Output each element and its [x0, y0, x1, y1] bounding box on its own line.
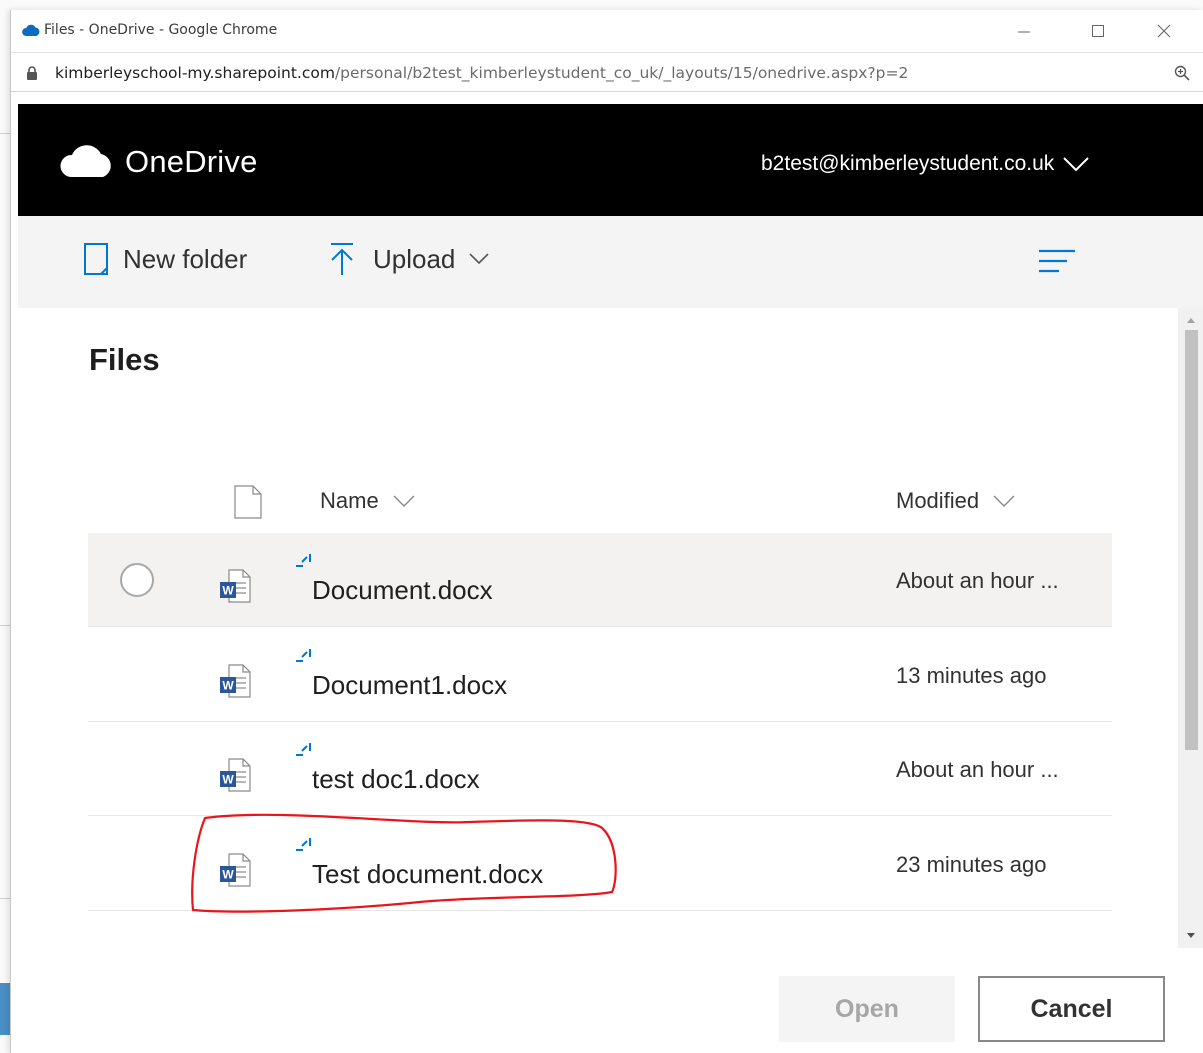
- modified-column-header[interactable]: Modified: [896, 488, 1015, 514]
- svg-text:W: W: [222, 584, 234, 598]
- minimize-icon: [1018, 31, 1030, 33]
- file-name[interactable]: Document1.docx: [312, 670, 507, 701]
- account-menu[interactable]: b2test@kimberleystudent.co.uk: [761, 152, 1090, 176]
- chevron-down-icon: [469, 253, 489, 265]
- select-radio[interactable]: [120, 563, 154, 597]
- scrollbar[interactable]: [1178, 308, 1203, 948]
- file-type-column-icon[interactable]: [234, 485, 262, 524]
- modified-column-label: Modified: [896, 488, 980, 513]
- upload-label: Upload: [373, 243, 456, 274]
- window-title: Files - OneDrive - Google Chrome: [44, 22, 278, 38]
- file-name[interactable]: Document.docx: [312, 575, 493, 606]
- upload-icon: [331, 243, 353, 275]
- file-row[interactable]: W Document1.docx 13 minutes ago: [88, 628, 1112, 722]
- upload-button[interactable]: Upload: [329, 242, 489, 276]
- close-icon: [1157, 24, 1171, 38]
- onedrive-brand: OneDrive: [125, 144, 258, 179]
- browser-titlebar: Files - OneDrive - Google Chrome: [11, 10, 1203, 52]
- account-email: b2test@kimberleystudent.co.uk: [761, 152, 1055, 175]
- url-path: /personal/b2test_kimberleystudent_co_uk/…: [334, 64, 909, 82]
- new-folder-icon: [84, 243, 108, 275]
- onedrive-header: OneDrive b2test@kimberleystudent.co.uk: [18, 104, 1203, 216]
- chevron-down-icon: [993, 495, 1015, 507]
- file-list-area: Files Name Modified W Document.docx About …: [18, 308, 1178, 948]
- file-modified: About an hour ...: [896, 568, 1059, 593]
- file-name[interactable]: test doc1.docx: [312, 764, 480, 795]
- file-name[interactable]: Test document.docx: [312, 859, 543, 890]
- open-button[interactable]: Open: [779, 976, 955, 1042]
- minimize-button[interactable]: [1001, 16, 1047, 46]
- name-column-label: Name: [320, 488, 379, 513]
- list-header: Name Modified: [88, 473, 1112, 533]
- close-window-button[interactable]: [1141, 16, 1187, 46]
- new-folder-button[interactable]: New folder: [83, 242, 247, 276]
- word-document-icon: W: [219, 758, 251, 797]
- file-row[interactable]: Wtest doc1.docx About an hour ...: [88, 722, 1112, 816]
- url-text: kimberleyschool-my.sharepoint.com/person…: [55, 64, 908, 82]
- url-host: kimberleyschool-my.sharepoint.com: [55, 64, 335, 82]
- cancel-button[interactable]: Cancel: [978, 976, 1165, 1042]
- svg-text:W: W: [222, 773, 234, 787]
- file-modified: About an hour ...: [896, 757, 1059, 782]
- word-document-icon: W: [219, 569, 251, 608]
- word-document-icon: W: [219, 853, 251, 892]
- command-bar: New folder Upload: [18, 216, 1203, 308]
- scrollbar-thumb[interactable]: [1185, 330, 1198, 750]
- page-title: Files: [89, 342, 160, 377]
- chevron-down-icon: [393, 495, 415, 507]
- scroll-up-arrow-icon[interactable]: [1186, 316, 1196, 324]
- file-modified: 13 minutes ago: [896, 663, 1047, 688]
- background-tab: [0, 983, 10, 1035]
- new-folder-label: New folder: [123, 243, 248, 274]
- scroll-down-arrow-icon[interactable]: [1186, 932, 1196, 940]
- maximize-icon: [1092, 25, 1104, 37]
- word-document-icon: W: [219, 664, 251, 703]
- file-row[interactable]: W Document.docx About an hour ...: [88, 533, 1112, 627]
- popup-window: Files - OneDrive - Google Chrome kimberl…: [10, 10, 1203, 1053]
- lock-icon: [26, 66, 38, 85]
- address-bar[interactable]: kimberleyschool-my.sharepoint.com/person…: [11, 52, 1203, 92]
- svg-text:W: W: [222, 868, 234, 882]
- svg-text:W: W: [222, 679, 234, 693]
- maximize-button[interactable]: [1075, 16, 1121, 46]
- sort-options-icon[interactable]: [1039, 249, 1075, 278]
- zoom-icon[interactable]: [1174, 65, 1190, 86]
- file-row[interactable]: W Test document.docx 23 minutes ago: [88, 817, 1112, 911]
- onedrive-cloud-icon: [22, 23, 40, 41]
- chevron-down-icon: [1063, 157, 1090, 172]
- name-column-header[interactable]: Name: [320, 488, 415, 514]
- file-modified: 23 minutes ago: [896, 852, 1047, 877]
- onedrive-logo-icon: [59, 145, 115, 182]
